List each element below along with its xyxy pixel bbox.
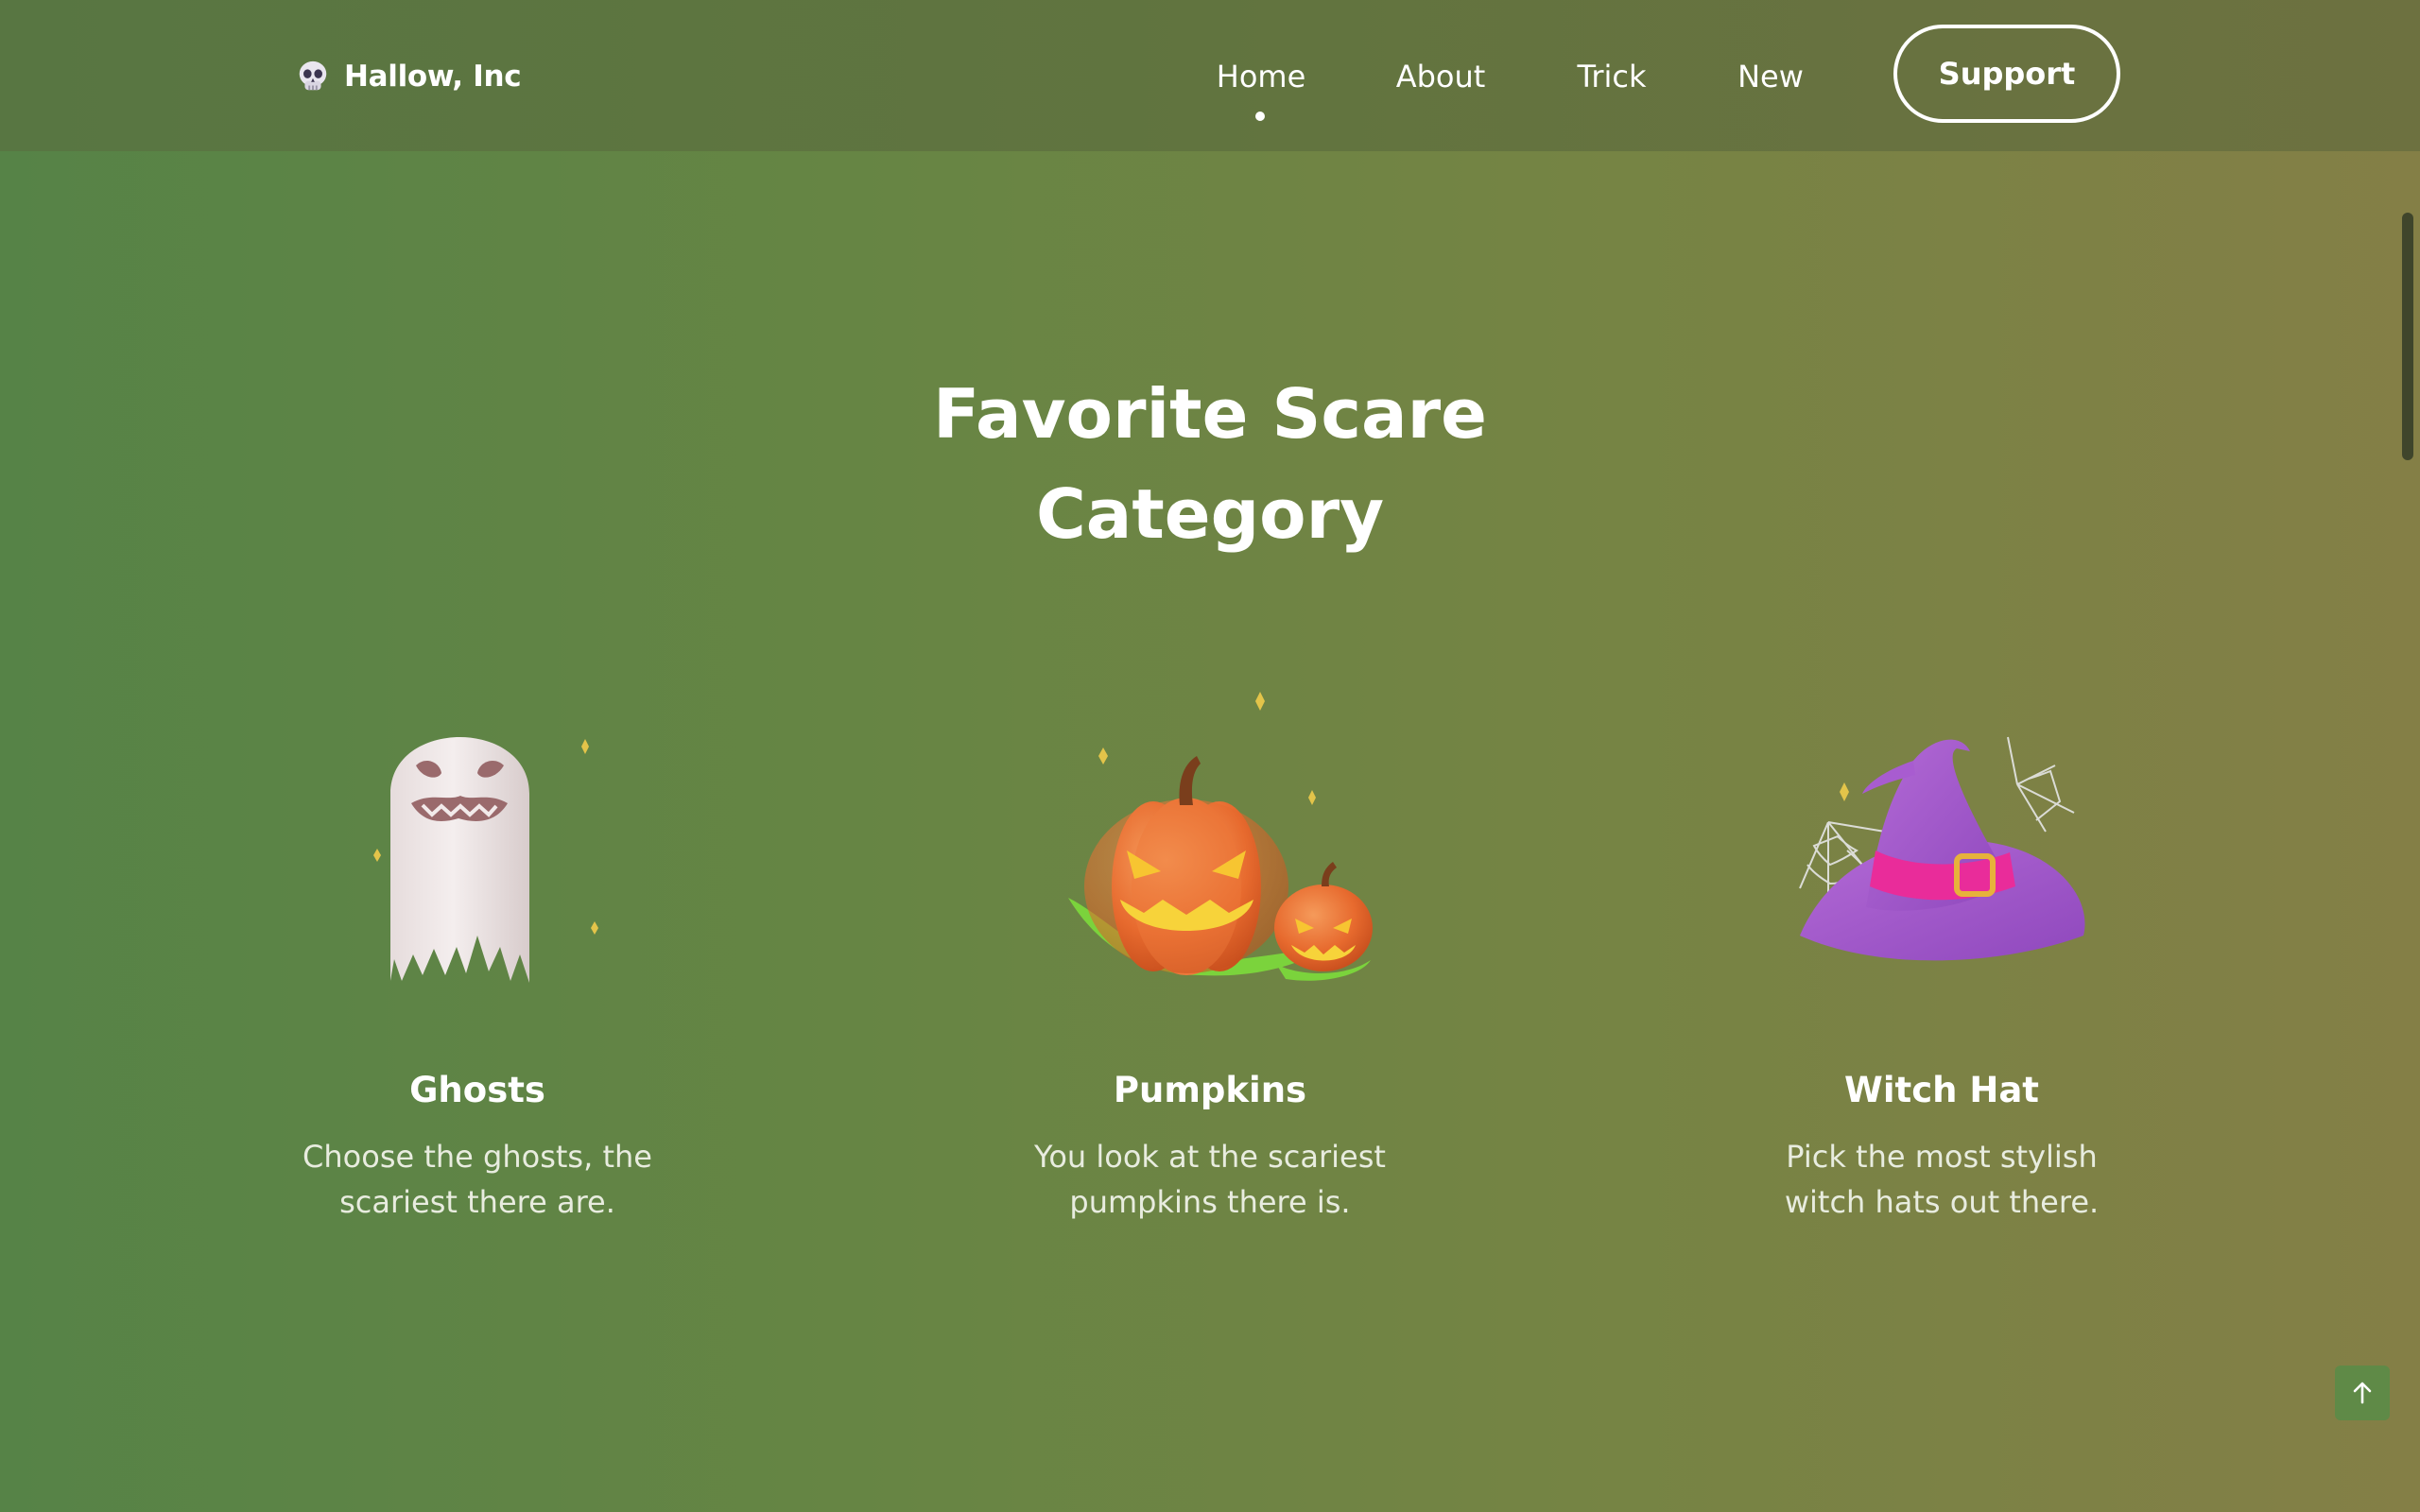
- nav-item-trick[interactable]: Trick: [1569, 53, 1654, 100]
- arrow-up-icon: [2353, 1382, 2372, 1404]
- category-description: Choose the ghosts, the scariest there ar…: [302, 1139, 652, 1220]
- nav-item-about[interactable]: About: [1388, 53, 1494, 100]
- active-nav-indicator: [1255, 112, 1265, 121]
- category-description: Pick the most stylish witch hats out the…: [1784, 1139, 2100, 1220]
- category-title: Witch Hat: [1844, 1070, 2039, 1110]
- back-to-top-button[interactable]: [2335, 1366, 2390, 1420]
- category-card-witch-hat[interactable]: Witch Hat Pick the most stylish witch ha…: [1724, 680, 2159, 1247]
- nav-item-home[interactable]: Home: [1202, 53, 1320, 100]
- category-card-pumpkins[interactable]: Pumpkins You look at the scariest pumpki…: [993, 680, 1427, 1247]
- category-title: Pumpkins: [1113, 1070, 1307, 1110]
- category-description: You look at the scariest pumpkins there …: [1034, 1139, 1386, 1220]
- witch-hat-icon: [1799, 736, 2085, 961]
- category-title: Ghosts: [409, 1070, 545, 1110]
- section-title-line2: Category: [1035, 474, 1385, 554]
- section-title-line1: Favorite Scare: [933, 374, 1487, 454]
- nav-item-new[interactable]: New: [1730, 53, 1811, 100]
- top-navbar: Hallow, Inc Home About Trick New Support: [0, 0, 2420, 151]
- scrollbar-thumb[interactable]: [2402, 213, 2413, 460]
- category-card-ghosts[interactable]: Ghosts Choose the ghosts, the scariest t…: [260, 680, 695, 1247]
- ghost-icon: [373, 737, 598, 983]
- section-title: Favorite Scare Category: [737, 364, 1683, 564]
- pumpkin-icon: [1068, 692, 1373, 981]
- support-button[interactable]: Support: [1893, 25, 2120, 123]
